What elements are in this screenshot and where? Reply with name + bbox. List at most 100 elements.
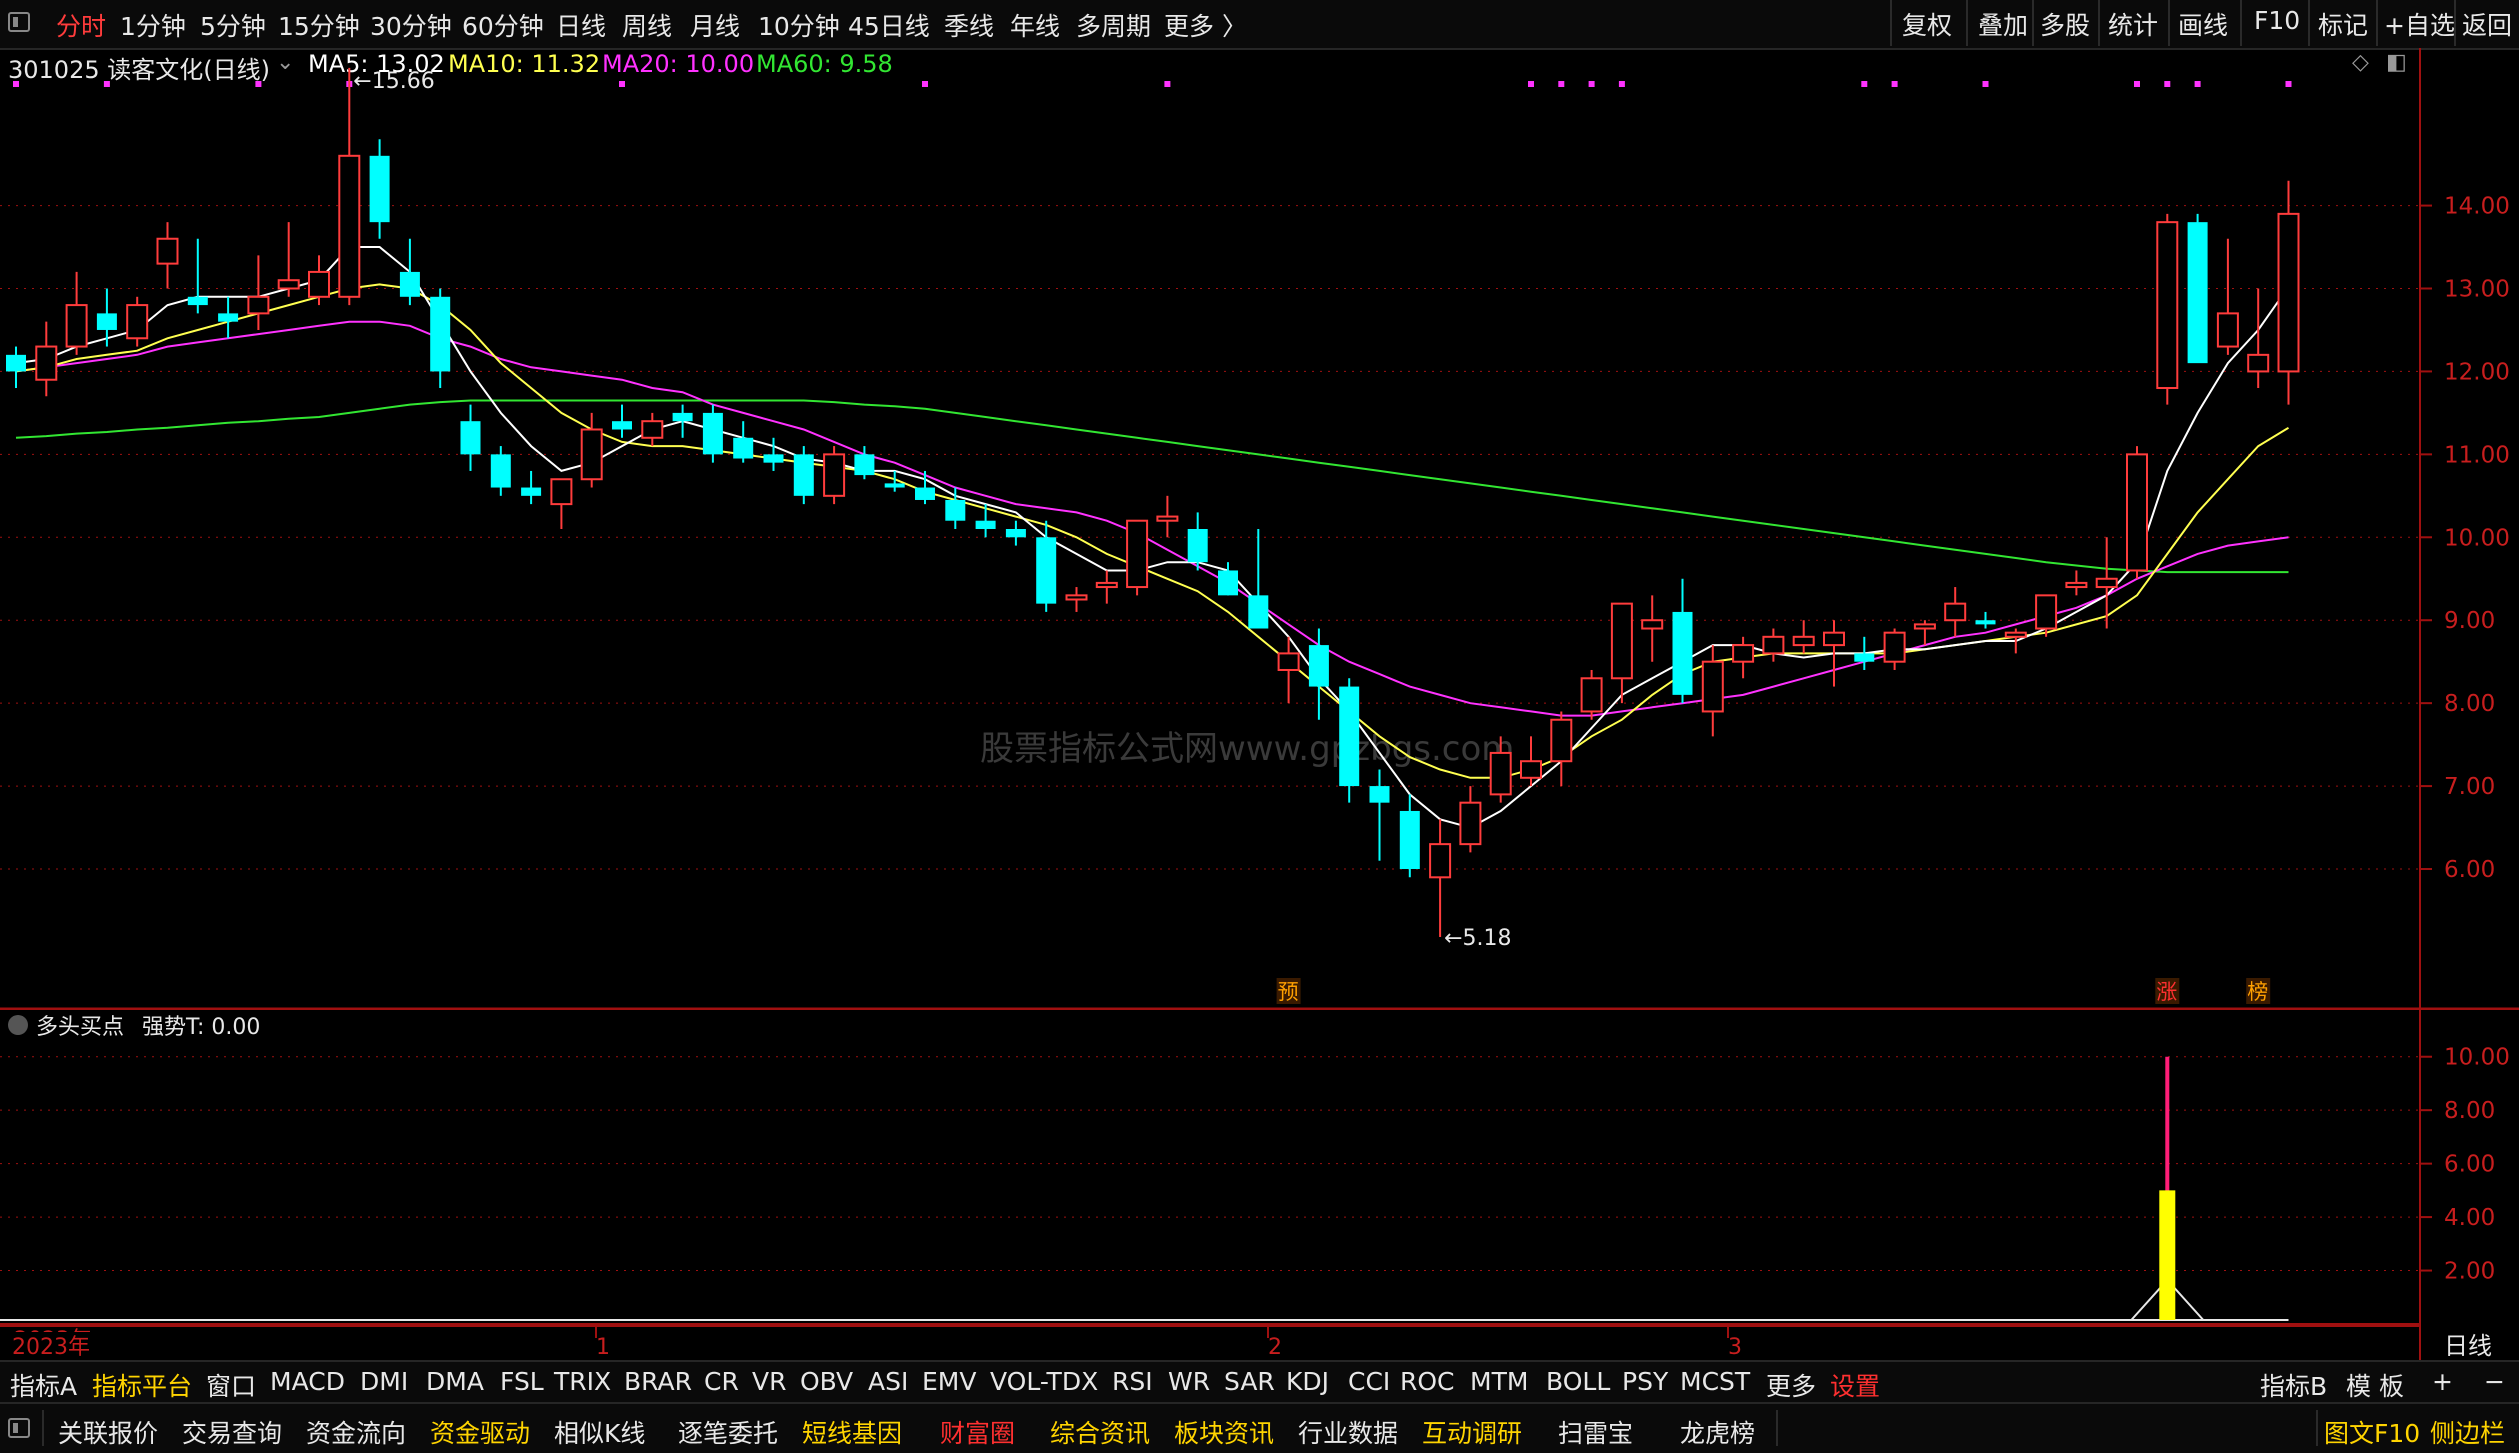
btab-xiangsi[interactable]: 相似K线 [554,1414,645,1450]
tab-cci[interactable]: CCI [1348,1367,1390,1396]
candle-body [1580,677,1603,713]
tool-huaxian[interactable]: 画线 [2178,6,2228,42]
tab-template[interactable]: 模 板 [2346,1367,2404,1403]
tool-back[interactable]: 返回 [2462,6,2512,42]
tab-macd[interactable]: MACD [270,1367,345,1396]
candle-body [1369,786,1390,803]
tab-vr[interactable]: VR [752,1367,786,1396]
add-button[interactable]: + [2432,1367,2453,1396]
candle-body [187,296,208,306]
tab-obv[interactable]: OBV [800,1367,853,1396]
tab-zhibiao-b[interactable]: 指标B [2260,1367,2327,1403]
tool-biaoji[interactable]: 标记 [2318,6,2368,42]
marker-bang: 榜 [2247,980,2268,1004]
signal-dot [2194,81,2201,87]
candle-body [1065,594,1088,601]
period-more[interactable]: 更多 〉 [1164,7,1247,43]
tool-tongji[interactable]: 统计 [2108,6,2158,42]
divider [2316,1410,2318,1446]
tab-sar[interactable]: SAR [1224,1367,1275,1396]
tab-psy[interactable]: PSY [1622,1367,1668,1396]
candle-body [2004,631,2027,638]
tab-fsl[interactable]: FSL [500,1367,544,1396]
btab-zonghe[interactable]: 综合资讯 [1050,1414,1150,1450]
candle-body [641,420,664,439]
candle-body [1187,529,1208,563]
tab-zhibiao-a[interactable]: 指标A [10,1367,77,1403]
tool-f10[interactable]: F10 [2254,6,2300,35]
btab-sidebar[interactable]: 侧边栏 [2430,1414,2505,1450]
high-annotation: ←15.66 [353,69,434,94]
tab-kdj[interactable]: KDJ [1286,1367,1329,1396]
period-monthly[interactable]: 月线 [690,7,740,43]
btab-caifu[interactable]: 财富圈 [940,1414,1015,1450]
period-45day[interactable]: 45日线 [848,7,930,43]
y-tick-label: 6.00 [2444,1152,2495,1178]
tab-emv[interactable]: EMV [922,1367,976,1396]
ma60-line [15,399,2289,574]
tab-brar[interactable]: BRAR [624,1367,692,1396]
tab-dma[interactable]: DMA [426,1367,484,1396]
tool-duogu[interactable]: 多股 [2040,6,2090,42]
period-15min[interactable]: 15分钟 [278,7,360,43]
btab-guanlian[interactable]: 关联报价 [58,1414,158,1450]
btab-zhubi[interactable]: 逐笔委托 [678,1414,778,1450]
tab-more[interactable]: 更多 [1766,1367,1816,1403]
btab-jiaoyi[interactable]: 交易查询 [182,1414,282,1450]
period-30min[interactable]: 30分钟 [370,7,452,43]
period-10min[interactable]: 10分钟 [758,7,840,43]
period-5min[interactable]: 5分钟 [200,7,266,43]
tab-rsi[interactable]: RSI [1112,1367,1153,1396]
tab-boll[interactable]: BOLL [1546,1367,1610,1396]
btab-hudong[interactable]: 互动调研 [1422,1414,1522,1450]
price-chart[interactable]: 6.00 7.00 8.00 9.00 10.00 11.00 12.00 13.00 14.0… [0,48,2519,1011]
tool-diejia[interactable]: 叠加 [1978,6,2028,42]
tab-mtm[interactable]: MTM [1470,1367,1528,1396]
period-quarter[interactable]: 季线 [944,7,994,43]
btab-zijin-qudong[interactable]: 资金驱动 [430,1414,530,1450]
signal-dot [1164,81,1171,87]
btab-duanxian[interactable]: 短线基因 [802,1414,902,1450]
period-fenshi[interactable]: 分时 [56,7,106,43]
candle-body [1913,623,1936,630]
remove-button[interactable]: − [2484,1367,2505,1396]
tab-wr[interactable]: WR [1168,1367,1210,1396]
tab-cr[interactable]: CR [704,1367,739,1396]
tool-fuquan[interactable]: 复权 [1902,6,1952,42]
tab-trix[interactable]: TRIX [554,1367,611,1396]
candle-body [1218,570,1238,596]
period-daily[interactable]: 日线 [556,7,606,43]
tab-asi[interactable]: ASI [868,1367,908,1396]
candle-body [823,453,846,497]
period-1min[interactable]: 1分钟 [120,7,186,43]
period-multi[interactable]: 多周期 [1076,7,1151,43]
window-icon[interactable] [8,1418,30,1438]
divider [1890,0,1892,46]
btab-zijin-liuxiang[interactable]: 资金流向 [306,1414,406,1450]
collapse-icon[interactable] [8,1015,28,1035]
divider [1776,1410,1778,1446]
period-weekly[interactable]: 周线 [622,7,672,43]
period-year[interactable]: 年线 [1010,7,1060,43]
y-tick-label: 6.00 [2444,857,2495,883]
candle-body [1550,718,1573,763]
tab-mcst[interactable]: MCST [1680,1367,1750,1396]
tab-zhibiao-pingtai[interactable]: 指标平台 [92,1367,192,1403]
signal-dot [1861,81,1868,87]
btab-f10[interactable]: 图文F10 [2324,1414,2420,1450]
tab-window[interactable]: 窗口 [206,1367,256,1403]
window-icon[interactable] [8,12,30,32]
indicator-panel[interactable]: 多头买点 强势T: 0.00 2.004.006.008.0010.00 202… [0,1010,2519,1353]
period-60min[interactable]: 60分钟 [462,7,544,43]
tab-vol-tdx[interactable]: VOL-TDX [990,1367,1098,1396]
marker-zhang: 涨 [2156,980,2177,1004]
candle-body [6,354,26,372]
tab-roc[interactable]: ROC [1400,1367,1455,1396]
btab-hangye[interactable]: 行业数据 [1298,1414,1398,1450]
tab-dmi[interactable]: DMI [360,1367,408,1396]
btab-longhu[interactable]: 龙虎榜 [1680,1414,1755,1450]
tool-add-watchlist[interactable]: +自选 [2384,6,2455,42]
btab-saolei[interactable]: 扫雷宝 [1558,1414,1633,1450]
tab-settings[interactable]: 设置 [1830,1367,1880,1403]
btab-bankuai[interactable]: 板块资讯 [1174,1414,1274,1450]
